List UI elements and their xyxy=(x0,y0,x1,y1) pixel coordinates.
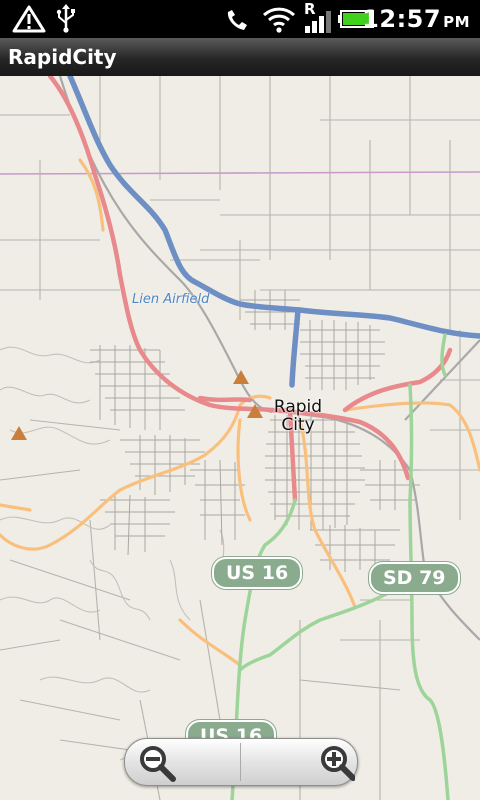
route-shield-us16: US 16 xyxy=(210,556,304,590)
city-label-line1: Rapid xyxy=(273,397,323,417)
map-canvas[interactable] xyxy=(0,76,480,800)
zoom-divider xyxy=(240,743,241,781)
zoom-out-icon xyxy=(140,746,176,782)
clock-ampm: PM xyxy=(443,13,470,31)
app-title: RapidCity xyxy=(8,45,117,69)
title-bar: RapidCity xyxy=(0,38,480,77)
peak-icon xyxy=(233,370,249,384)
status-clock: 12:57 PM xyxy=(362,5,470,33)
peak-icon xyxy=(11,426,27,440)
zoom-controls xyxy=(124,738,358,786)
route-shield-sd79: SD 79 xyxy=(368,561,461,595)
zoom-out-button[interactable] xyxy=(125,739,240,785)
zoom-in-button[interactable] xyxy=(242,739,357,785)
usb-icon xyxy=(56,4,75,33)
peak-icon xyxy=(247,404,263,418)
map-view[interactable]: Lien Airfield Rapid City US 16 SD 79 US … xyxy=(0,76,480,800)
phone-icon xyxy=(227,10,247,30)
city-label: Rapid City xyxy=(268,398,328,434)
warning-icon xyxy=(12,5,46,33)
status-bar: R 12:57 PM xyxy=(0,0,480,38)
wifi-icon xyxy=(262,7,296,33)
zoom-in-icon xyxy=(321,746,355,781)
signal-icon xyxy=(305,11,331,33)
city-label-line2: City xyxy=(281,415,315,435)
airfield-label: Lien Airfield xyxy=(132,292,210,307)
clock-time: 12:57 xyxy=(362,5,442,33)
